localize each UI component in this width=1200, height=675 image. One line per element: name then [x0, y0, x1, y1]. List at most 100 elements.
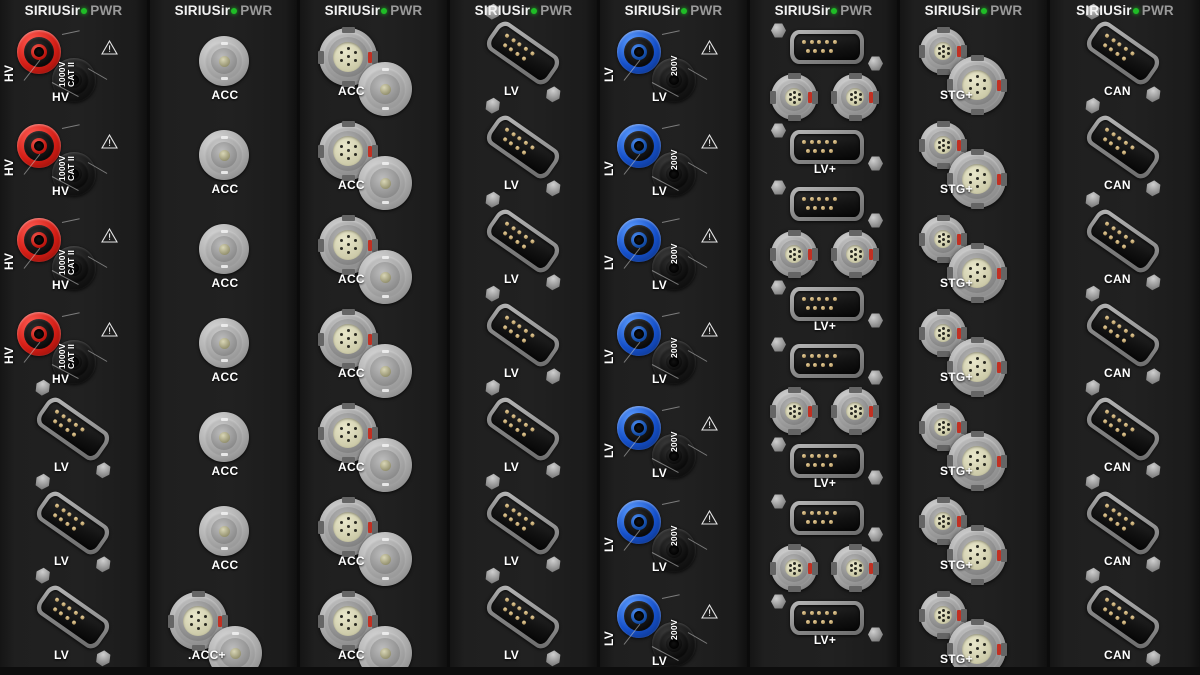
- db9-connector[interactable]: [483, 112, 563, 182]
- db9-connector[interactable]: [1083, 488, 1163, 558]
- lemo-connector-right[interactable]: [831, 544, 879, 592]
- lemo-connector-left[interactable]: [770, 387, 818, 435]
- db9-pin: [64, 521, 71, 528]
- bnc-connector[interactable]: [358, 62, 412, 116]
- module-column-2[interactable]: SIRIUSir PWR ACC ACC ACC ACC ACC ACC .ACC+: [150, 0, 300, 675]
- bnc-connector[interactable]: [358, 438, 412, 492]
- lemo-pin-face: [934, 324, 952, 342]
- lemo-pin-hole: [354, 153, 358, 157]
- bnc-connector[interactable]: [358, 156, 412, 210]
- silkscreen-leader-line: [61, 124, 80, 129]
- lemo-shell-notch: [936, 497, 950, 503]
- db9-connector[interactable]: [1083, 112, 1163, 182]
- db9-connector[interactable]: [483, 300, 563, 370]
- module-column-4[interactable]: SIRIUSir PWR LV LV LV LV LV LV LV: [450, 0, 600, 675]
- lemo-connector-right[interactable]: [831, 230, 879, 278]
- db9-connector-bottom[interactable]: [771, 280, 883, 328]
- db9-pin: [1103, 126, 1110, 133]
- lemo-shell-notch: [787, 115, 801, 121]
- db9-pin: [51, 606, 58, 613]
- db9-connector[interactable]: [33, 582, 113, 652]
- db9-connector[interactable]: [33, 488, 113, 558]
- bnc-connector[interactable]: [199, 318, 249, 368]
- bnc-connector[interactable]: [199, 412, 249, 462]
- lemo-connector-left[interactable]: [770, 544, 818, 592]
- bnc-connector[interactable]: [358, 250, 412, 304]
- db9-pin: [817, 454, 822, 459]
- db9-pin: [516, 41, 523, 48]
- lemo-connector-large[interactable]: [947, 525, 1007, 585]
- db9-connector[interactable]: [483, 206, 563, 276]
- lemo-connector-left[interactable]: [770, 230, 818, 278]
- channel-label: LV: [652, 560, 668, 574]
- db9-connector[interactable]: [1083, 394, 1163, 464]
- db9-connector-top[interactable]: [771, 23, 883, 71]
- lemo-connector-large[interactable]: [947, 149, 1007, 209]
- channel-label: ACC: [338, 366, 365, 380]
- channel-label: LV: [504, 554, 520, 568]
- lemo-pin-hole: [340, 59, 344, 63]
- bnc-connector[interactable]: [199, 130, 249, 180]
- db9-pin: [825, 354, 830, 359]
- db9-connector[interactable]: [1083, 300, 1163, 370]
- lemo-pin-hole: [850, 250, 854, 254]
- db9-connector-top[interactable]: [771, 337, 883, 385]
- db9-connector-bottom[interactable]: [771, 594, 883, 642]
- db9-pin-array: [483, 18, 563, 88]
- db9-pin: [66, 511, 73, 518]
- db9-jack-screw: [543, 460, 564, 481]
- db9-connector[interactable]: [483, 582, 563, 652]
- bnc-connector[interactable]: [358, 532, 412, 586]
- db9-connector[interactable]: [1083, 206, 1163, 276]
- bnc-connector[interactable]: [199, 36, 249, 86]
- db9-pin-array: [790, 287, 864, 321]
- db9-pin: [1103, 314, 1110, 321]
- lemo-pin-hole: [858, 412, 862, 416]
- lemo-pin-hole: [983, 267, 987, 271]
- channel-group: LV+: [750, 336, 897, 493]
- lemo-shell-notch: [372, 520, 378, 534]
- db9-connector[interactable]: [483, 394, 563, 464]
- lemo-connector-large[interactable]: [947, 431, 1007, 491]
- db9-connector[interactable]: [483, 18, 563, 88]
- db9-pin: [801, 297, 806, 302]
- module-column-3[interactable]: SIRIUSir PWR ACC ACC ACC ACC ACC ACC ACC: [300, 0, 450, 675]
- db9-connector-bottom[interactable]: [771, 437, 883, 485]
- module-column-1[interactable]: SIRIUSir PWR 1000V CAT II HV HV 1000V CAT II HV H…: [0, 0, 150, 675]
- lemo-connector-left[interactable]: [770, 73, 818, 121]
- db9-pin: [828, 206, 833, 211]
- lemo-pin-hole: [340, 153, 344, 157]
- channel-group: LV+: [750, 179, 897, 336]
- db9-pin: [1123, 610, 1129, 616]
- lemo-pin-hole: [942, 425, 946, 429]
- db9-connector[interactable]: [483, 488, 563, 558]
- db9-pin: [503, 220, 510, 227]
- db9-pin-array: [790, 344, 864, 378]
- db9-connector-top[interactable]: [771, 180, 883, 228]
- module-column-8[interactable]: SIRIUSir PWR CAN CAN CAN CAN CAN CAN CAN: [1050, 0, 1200, 675]
- module-column-6[interactable]: SIRIUSir PWR LV+ LV+ LV+ LV+: [750, 0, 900, 675]
- db9-connector[interactable]: [33, 394, 113, 464]
- db9-connector[interactable]: [1083, 582, 1163, 652]
- db9-pin: [514, 427, 521, 434]
- bnc-connector[interactable]: [199, 506, 249, 556]
- db9-connector-top[interactable]: [771, 494, 883, 542]
- db9-pin: [825, 297, 830, 302]
- db9-pin: [821, 49, 826, 54]
- module-column-7[interactable]: SIRIUSir PWR STG+ STG+ STG+ STG+ STG+ STG+ STG+: [900, 0, 1050, 675]
- lemo-connector-large[interactable]: [947, 55, 1007, 115]
- lemo-connector-large[interactable]: [947, 337, 1007, 397]
- channel-label: STG+: [940, 558, 973, 572]
- lemo-pin-hole: [347, 251, 351, 255]
- db9-connector[interactable]: [1083, 18, 1163, 88]
- lemo-pin-hole: [354, 145, 358, 149]
- db9-pin: [825, 454, 830, 459]
- bnc-connector[interactable]: [199, 224, 249, 274]
- bnc-connector[interactable]: [358, 344, 412, 398]
- lemo-shell-notch: [787, 73, 801, 79]
- lemo-connector-right[interactable]: [831, 387, 879, 435]
- db9-connector-bottom[interactable]: [771, 123, 883, 171]
- lemo-connector-large[interactable]: [947, 243, 1007, 303]
- lemo-connector-right[interactable]: [831, 73, 879, 121]
- module-column-5[interactable]: SIRIUSir PWR 200V LV LV 200V LV LV 200V LV LV 200V L…: [600, 0, 750, 675]
